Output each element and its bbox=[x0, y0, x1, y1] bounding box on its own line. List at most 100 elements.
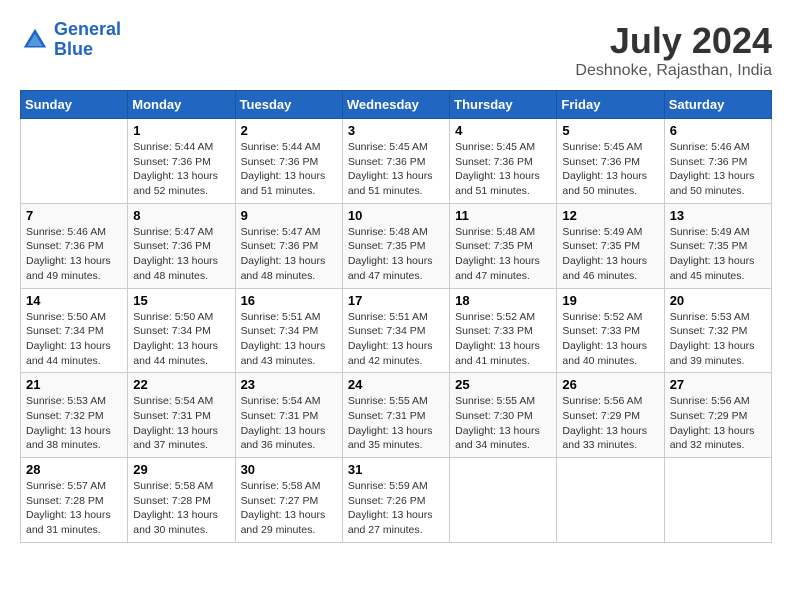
week-row-2: 7 Sunrise: 5:46 AM Sunset: 7:36 PM Daylig… bbox=[21, 203, 772, 288]
day-info: Sunrise: 5:47 AM Sunset: 7:36 PM Dayligh… bbox=[241, 225, 337, 284]
calendar-cell: 12 Sunrise: 5:49 AM Sunset: 7:35 PM Dayli… bbox=[557, 203, 664, 288]
calendar-cell: 28 Sunrise: 5:57 AM Sunset: 7:28 PM Dayli… bbox=[21, 458, 128, 543]
day-number: 20 bbox=[670, 293, 766, 308]
day-info: Sunrise: 5:53 AM Sunset: 7:32 PM Dayligh… bbox=[670, 310, 766, 369]
logo-icon bbox=[20, 25, 50, 55]
day-number: 13 bbox=[670, 208, 766, 223]
calendar-cell bbox=[21, 119, 128, 204]
calendar-cell bbox=[664, 458, 771, 543]
day-number: 29 bbox=[133, 462, 229, 477]
calendar-cell: 17 Sunrise: 5:51 AM Sunset: 7:34 PM Dayli… bbox=[342, 288, 449, 373]
day-number: 4 bbox=[455, 123, 551, 138]
day-number: 9 bbox=[241, 208, 337, 223]
day-number: 6 bbox=[670, 123, 766, 138]
week-row-3: 14Sunrise: 5:50 AM Sunset: 7:34 PM Dayli… bbox=[21, 288, 772, 373]
calendar-cell: 15Sunrise: 5:50 AM Sunset: 7:34 PM Dayli… bbox=[128, 288, 235, 373]
calendar-cell: 1 Sunrise: 5:44 AM Sunset: 7:36 PM Daylig… bbox=[128, 119, 235, 204]
calendar-cell bbox=[450, 458, 557, 543]
day-info: Sunrise: 5:46 AM Sunset: 7:36 PM Dayligh… bbox=[26, 225, 122, 284]
day-number: 21 bbox=[26, 377, 122, 392]
day-number: 2 bbox=[241, 123, 337, 138]
day-number: 15 bbox=[133, 293, 229, 308]
day-number: 26 bbox=[562, 377, 658, 392]
day-info: Sunrise: 5:45 AM Sunset: 7:36 PM Dayligh… bbox=[348, 140, 444, 199]
day-info: Sunrise: 5:45 AM Sunset: 7:36 PM Dayligh… bbox=[455, 140, 551, 199]
calendar-cell: 26 Sunrise: 5:56 AM Sunset: 7:29 PM Dayli… bbox=[557, 373, 664, 458]
calendar-cell: 8 Sunrise: 5:47 AM Sunset: 7:36 PM Daylig… bbox=[128, 203, 235, 288]
calendar-cell: 19Sunrise: 5:52 AM Sunset: 7:33 PM Dayli… bbox=[557, 288, 664, 373]
day-number: 27 bbox=[670, 377, 766, 392]
day-info: Sunrise: 5:56 AM Sunset: 7:29 PM Dayligh… bbox=[670, 394, 766, 453]
calendar-cell: 10 Sunrise: 5:48 AM Sunset: 7:35 PM Dayli… bbox=[342, 203, 449, 288]
column-header-saturday: Saturday bbox=[664, 91, 771, 119]
title-block: July 2024 Deshnoke, Rajasthan, India bbox=[575, 20, 772, 80]
day-number: 28 bbox=[26, 462, 122, 477]
day-info: Sunrise: 5:54 AM Sunset: 7:31 PM Dayligh… bbox=[241, 394, 337, 453]
day-info: Sunrise: 5:44 AM Sunset: 7:36 PM Dayligh… bbox=[133, 140, 229, 199]
day-number: 11 bbox=[455, 208, 551, 223]
calendar-cell: 9 Sunrise: 5:47 AM Sunset: 7:36 PM Daylig… bbox=[235, 203, 342, 288]
calendar-cell: 30Sunrise: 5:58 AM Sunset: 7:27 PM Dayli… bbox=[235, 458, 342, 543]
day-info: Sunrise: 5:44 AM Sunset: 7:36 PM Dayligh… bbox=[241, 140, 337, 199]
calendar-cell: 6 Sunrise: 5:46 AM Sunset: 7:36 PM Daylig… bbox=[664, 119, 771, 204]
day-info: Sunrise: 5:55 AM Sunset: 7:30 PM Dayligh… bbox=[455, 394, 551, 453]
day-info: Sunrise: 5:48 AM Sunset: 7:35 PM Dayligh… bbox=[455, 225, 551, 284]
calendar-cell: 13 Sunrise: 5:49 AM Sunset: 7:35 PM Dayli… bbox=[664, 203, 771, 288]
day-number: 3 bbox=[348, 123, 444, 138]
week-row-5: 28 Sunrise: 5:57 AM Sunset: 7:28 PM Dayli… bbox=[21, 458, 772, 543]
calendar-header-row: SundayMondayTuesdayWednesdayThursdayFrid… bbox=[21, 91, 772, 119]
day-number: 10 bbox=[348, 208, 444, 223]
day-number: 14 bbox=[26, 293, 122, 308]
day-info: Sunrise: 5:51 AM Sunset: 7:34 PM Dayligh… bbox=[348, 310, 444, 369]
day-number: 31 bbox=[348, 462, 444, 477]
day-info: Sunrise: 5:48 AM Sunset: 7:35 PM Dayligh… bbox=[348, 225, 444, 284]
day-info: Sunrise: 5:55 AM Sunset: 7:31 PM Dayligh… bbox=[348, 394, 444, 453]
logo-text: General Blue bbox=[54, 20, 121, 60]
calendar-cell bbox=[557, 458, 664, 543]
day-number: 7 bbox=[26, 208, 122, 223]
day-number: 8 bbox=[133, 208, 229, 223]
calendar-cell: 4 Sunrise: 5:45 AM Sunset: 7:36 PM Daylig… bbox=[450, 119, 557, 204]
day-number: 18 bbox=[455, 293, 551, 308]
day-number: 5 bbox=[562, 123, 658, 138]
day-info: Sunrise: 5:49 AM Sunset: 7:35 PM Dayligh… bbox=[670, 225, 766, 284]
day-number: 23 bbox=[241, 377, 337, 392]
column-header-tuesday: Tuesday bbox=[235, 91, 342, 119]
column-header-monday: Monday bbox=[128, 91, 235, 119]
day-info: Sunrise: 5:46 AM Sunset: 7:36 PM Dayligh… bbox=[670, 140, 766, 199]
calendar-cell: 18Sunrise: 5:52 AM Sunset: 7:33 PM Dayli… bbox=[450, 288, 557, 373]
logo-line2: Blue bbox=[54, 40, 121, 60]
calendar-cell: 31 Sunrise: 5:59 AM Sunset: 7:26 PM Dayli… bbox=[342, 458, 449, 543]
week-row-4: 21 Sunrise: 5:53 AM Sunset: 7:32 PM Dayli… bbox=[21, 373, 772, 458]
day-number: 12 bbox=[562, 208, 658, 223]
day-info: Sunrise: 5:45 AM Sunset: 7:36 PM Dayligh… bbox=[562, 140, 658, 199]
day-info: Sunrise: 5:51 AM Sunset: 7:34 PM Dayligh… bbox=[241, 310, 337, 369]
day-number: 30 bbox=[241, 462, 337, 477]
day-info: Sunrise: 5:56 AM Sunset: 7:29 PM Dayligh… bbox=[562, 394, 658, 453]
day-info: Sunrise: 5:59 AM Sunset: 7:26 PM Dayligh… bbox=[348, 479, 444, 538]
location-title: Deshnoke, Rajasthan, India bbox=[575, 62, 772, 80]
day-info: Sunrise: 5:57 AM Sunset: 7:28 PM Dayligh… bbox=[26, 479, 122, 538]
calendar-cell: 24 Sunrise: 5:55 AM Sunset: 7:31 PM Dayli… bbox=[342, 373, 449, 458]
day-info: Sunrise: 5:54 AM Sunset: 7:31 PM Dayligh… bbox=[133, 394, 229, 453]
calendar-cell: 16 Sunrise: 5:51 AM Sunset: 7:34 PM Dayli… bbox=[235, 288, 342, 373]
calendar-cell: 2 Sunrise: 5:44 AM Sunset: 7:36 PM Daylig… bbox=[235, 119, 342, 204]
calendar-cell: 21 Sunrise: 5:53 AM Sunset: 7:32 PM Dayli… bbox=[21, 373, 128, 458]
day-info: Sunrise: 5:49 AM Sunset: 7:35 PM Dayligh… bbox=[562, 225, 658, 284]
day-number: 17 bbox=[348, 293, 444, 308]
logo: General Blue bbox=[20, 20, 121, 60]
calendar-cell: 11 Sunrise: 5:48 AM Sunset: 7:35 PM Dayli… bbox=[450, 203, 557, 288]
calendar-body: 1 Sunrise: 5:44 AM Sunset: 7:36 PM Daylig… bbox=[21, 119, 772, 543]
day-info: Sunrise: 5:58 AM Sunset: 7:28 PM Dayligh… bbox=[133, 479, 229, 538]
day-info: Sunrise: 5:52 AM Sunset: 7:33 PM Dayligh… bbox=[562, 310, 658, 369]
day-number: 1 bbox=[133, 123, 229, 138]
column-header-wednesday: Wednesday bbox=[342, 91, 449, 119]
day-info: Sunrise: 5:47 AM Sunset: 7:36 PM Dayligh… bbox=[133, 225, 229, 284]
calendar-cell: 29 Sunrise: 5:58 AM Sunset: 7:28 PM Dayli… bbox=[128, 458, 235, 543]
day-info: Sunrise: 5:53 AM Sunset: 7:32 PM Dayligh… bbox=[26, 394, 122, 453]
day-number: 24 bbox=[348, 377, 444, 392]
calendar-cell: 27 Sunrise: 5:56 AM Sunset: 7:29 PM Dayli… bbox=[664, 373, 771, 458]
day-number: 16 bbox=[241, 293, 337, 308]
day-number: 25 bbox=[455, 377, 551, 392]
calendar-cell: 5 Sunrise: 5:45 AM Sunset: 7:36 PM Daylig… bbox=[557, 119, 664, 204]
